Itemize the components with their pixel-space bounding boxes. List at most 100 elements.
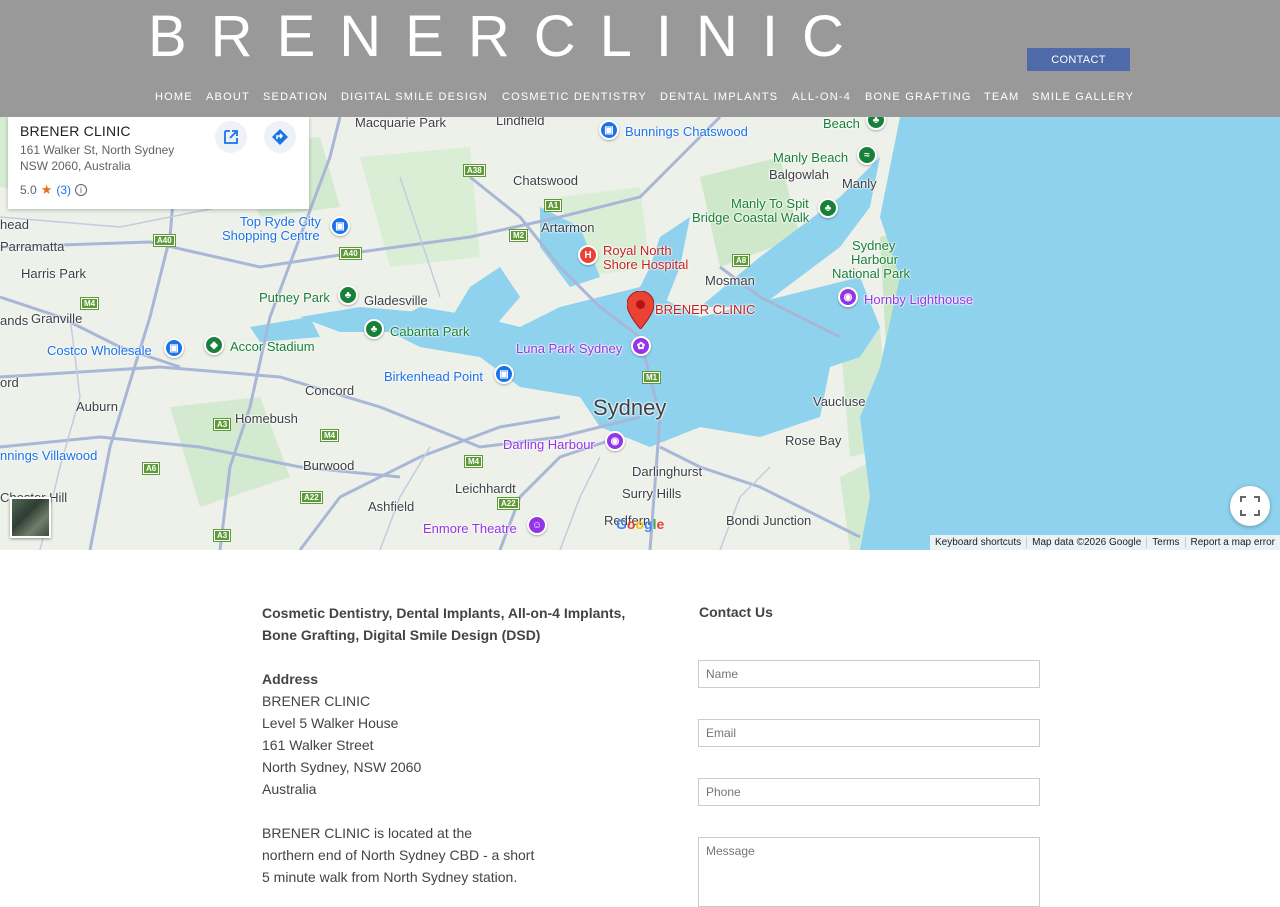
shopping-bag-icon[interactable]: ▣ <box>494 364 514 384</box>
map-label-sydney-harbour-2[interactable]: Harbour <box>851 253 898 267</box>
map-label-shore-hospital[interactable]: Shore Hospital <box>603 258 688 272</box>
place-card-title: BRENER CLINIC <box>20 123 131 139</box>
map-label-vaucluse: Vaucluse <box>813 394 866 409</box>
map-label-beach[interactable]: Beach <box>823 117 860 131</box>
camera-icon[interactable]: ◉ <box>605 431 625 451</box>
address-line: BRENER CLINIC <box>262 693 371 709</box>
map-label-ashfield: Ashfield <box>368 499 415 514</box>
tree-icon[interactable]: ♣ <box>818 198 838 218</box>
nav-about[interactable]: ABOUT <box>206 91 250 103</box>
road-shield-a40: A40 <box>339 247 362 260</box>
open-external-icon <box>224 130 238 144</box>
camera-icon[interactable]: ◉ <box>838 287 858 307</box>
map-label-brener-clinic[interactable]: BRENER CLINIC <box>655 303 755 317</box>
nav-bone-grafting[interactable]: BONE GRAFTING <box>865 91 972 103</box>
map-label-artarmon: Artarmon <box>541 220 595 235</box>
map-label-birkenhead-point[interactable]: Birkenhead Point <box>384 370 483 384</box>
clinic-info: Cosmetic Dentistry, Dental Implants, All… <box>262 602 642 888</box>
location-line: northern end of North Sydney CBD - a sho… <box>262 847 535 863</box>
google-map[interactable]: BRENER CLINIC 161 Walker St, North Sydne… <box>0 117 1280 550</box>
map-label-head: head <box>0 217 29 232</box>
road-shield-a22: A22 <box>497 497 520 510</box>
nav-smile-gallery[interactable]: SMILE GALLERY <box>1032 91 1134 103</box>
tree-icon[interactable]: ♣ <box>338 285 358 305</box>
map-label-bunnings-villawood[interactable]: nnings Villawood <box>0 449 97 463</box>
review-count-link[interactable]: (3) <box>56 183 71 197</box>
nav-cosmetic-dentistry[interactable]: COSMETIC DENTISTRY <box>502 91 647 103</box>
map-label-manly: Manly <box>842 176 877 191</box>
services-line-1: Cosmetic Dentistry, Dental Implants, All… <box>262 605 626 621</box>
map-label-enmore-theatre[interactable]: Enmore Theatre <box>423 522 517 536</box>
nav-sedation[interactable]: SEDATION <box>263 91 328 103</box>
open-in-maps-button[interactable] <box>215 121 247 153</box>
contact-button[interactable]: CONTACT <box>1027 48 1130 71</box>
map-label-bondi-junction: Bondi Junction <box>726 513 812 528</box>
site-brand-logo[interactable]: BRENERCLINIC <box>148 4 868 70</box>
nav-team[interactable]: TEAM <box>984 91 1019 103</box>
road-shield-m4: M4 <box>463 455 484 468</box>
terms-link[interactable]: Terms <box>1146 537 1184 548</box>
map-label-top-ryde[interactable]: Top Ryde City <box>240 215 321 229</box>
theatre-icon[interactable]: ☺ <box>527 515 547 535</box>
shopping-bag-icon[interactable]: ▣ <box>330 216 350 236</box>
map-label-parramatta: Parramatta <box>0 239 65 254</box>
tree-icon[interactable]: ♣ <box>364 319 384 339</box>
location-line: 5 minute walk from North Sydney station. <box>262 869 518 885</box>
message-textarea[interactable] <box>698 837 1040 907</box>
nav-home[interactable]: HOME <box>155 91 193 103</box>
map-label-lindfield: Lindfield <box>496 117 545 128</box>
place-card-address: 161 Walker St, North Sydney NSW 2060, Au… <box>20 142 200 174</box>
map-data-notice: Map data ©2026 Google <box>1026 537 1146 548</box>
beach-icon[interactable]: ≈ <box>857 145 877 165</box>
report-map-error-link[interactable]: Report a map error <box>1184 537 1280 548</box>
name-input[interactable] <box>698 660 1040 688</box>
map-label-darlinghurst: Darlinghurst <box>632 464 703 479</box>
satellite-toggle-button[interactable] <box>10 497 51 538</box>
map-label-manly-to-spit[interactable]: Manly To Spit <box>731 197 809 211</box>
info-icon[interactable]: i <box>75 184 88 196</box>
map-label-royal-north[interactable]: Royal North <box>603 244 672 258</box>
shopping-bag-icon[interactable]: ▣ <box>164 338 184 358</box>
map-label-accor-stadium[interactable]: Accor Stadium <box>230 340 315 354</box>
location-line: BRENER CLINIC is located at the <box>262 825 473 841</box>
directions-button[interactable] <box>264 121 296 153</box>
map-label-bunnings-chatswood[interactable]: Bunnings Chatswood <box>625 125 748 139</box>
phone-input[interactable] <box>698 778 1040 806</box>
map-label-luna-park[interactable]: Luna Park Sydney <box>516 342 622 356</box>
map-label-chatswood: Chatswood <box>513 173 579 188</box>
map-label-cabarita-park[interactable]: Cabarita Park <box>390 325 469 339</box>
road-shield-a3: A3 <box>212 529 232 542</box>
map-label-sydney-harbour-3[interactable]: National Park <box>832 267 910 281</box>
email-input[interactable] <box>698 719 1040 747</box>
map-label-mosman: Mosman <box>705 273 755 288</box>
nav-all-on-4[interactable]: ALL-ON-4 <box>792 91 851 103</box>
place-card-rating: 5.0 ★ (3) i <box>20 182 88 198</box>
keyboard-shortcuts-link[interactable]: Keyboard shortcuts <box>930 537 1026 548</box>
amusement-park-icon[interactable]: ✿ <box>631 336 651 356</box>
map-label-hornby-lighthouse[interactable]: Hornby Lighthouse <box>864 293 973 307</box>
map-label-costco[interactable]: Costco Wholesale <box>47 344 152 358</box>
road-shield-m1: M1 <box>641 371 662 384</box>
hospital-icon[interactable]: H <box>578 245 598 265</box>
place-card-address-line1: 161 Walker St, North Sydney <box>20 143 175 157</box>
address-line: North Sydney, NSW 2060 <box>262 759 422 775</box>
map-label-auburn: Auburn <box>76 399 118 414</box>
services-line-2: Bone Grafting, Digital Smile Design (DSD… <box>262 627 541 643</box>
shopping-bag-icon[interactable]: ▣ <box>599 120 619 140</box>
site-header: BRENERCLINIC CONTACT HOME ABOUT SEDATION… <box>0 0 1280 117</box>
map-label-macquarie-park: Macquarie Park <box>355 117 447 130</box>
map-label-manly-beach[interactable]: Manly Beach <box>773 151 848 165</box>
road-shield-m4: M4 <box>319 429 340 442</box>
fullscreen-button[interactable] <box>1230 486 1270 526</box>
map-label-darling-harbour[interactable]: Darling Harbour <box>503 438 595 452</box>
map-label-shopping-centre[interactable]: Shopping Centre <box>222 229 320 243</box>
main-nav: HOME ABOUT SEDATION DIGITAL SMILE DESIGN… <box>0 91 1280 105</box>
nav-dental-implants[interactable]: DENTAL IMPLANTS <box>660 91 778 103</box>
stadium-icon[interactable]: ◆ <box>204 335 224 355</box>
location-marker-icon[interactable] <box>627 291 654 329</box>
map-label-bridge-coastal-walk[interactable]: Bridge Coastal Walk <box>692 211 809 225</box>
place-info-card: BRENER CLINIC 161 Walker St, North Sydne… <box>8 117 309 209</box>
map-label-putney-park[interactable]: Putney Park <box>259 291 330 305</box>
map-label-sydney-harbour-1[interactable]: Sydney <box>852 239 895 253</box>
nav-digital-smile-design[interactable]: DIGITAL SMILE DESIGN <box>341 91 488 103</box>
